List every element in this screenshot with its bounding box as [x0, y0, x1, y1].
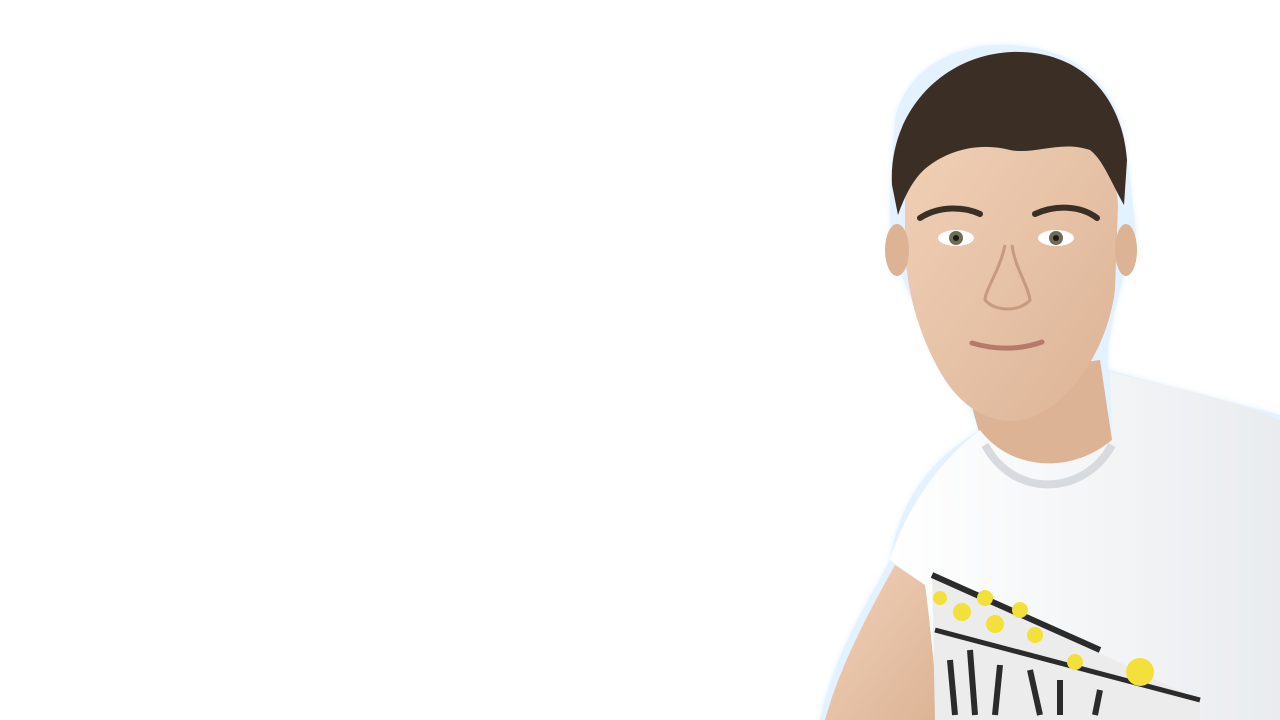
right-ear	[1115, 224, 1137, 276]
person-cutout	[820, 44, 1280, 720]
image-canvas	[0, 0, 1280, 720]
left-ear	[885, 224, 909, 276]
